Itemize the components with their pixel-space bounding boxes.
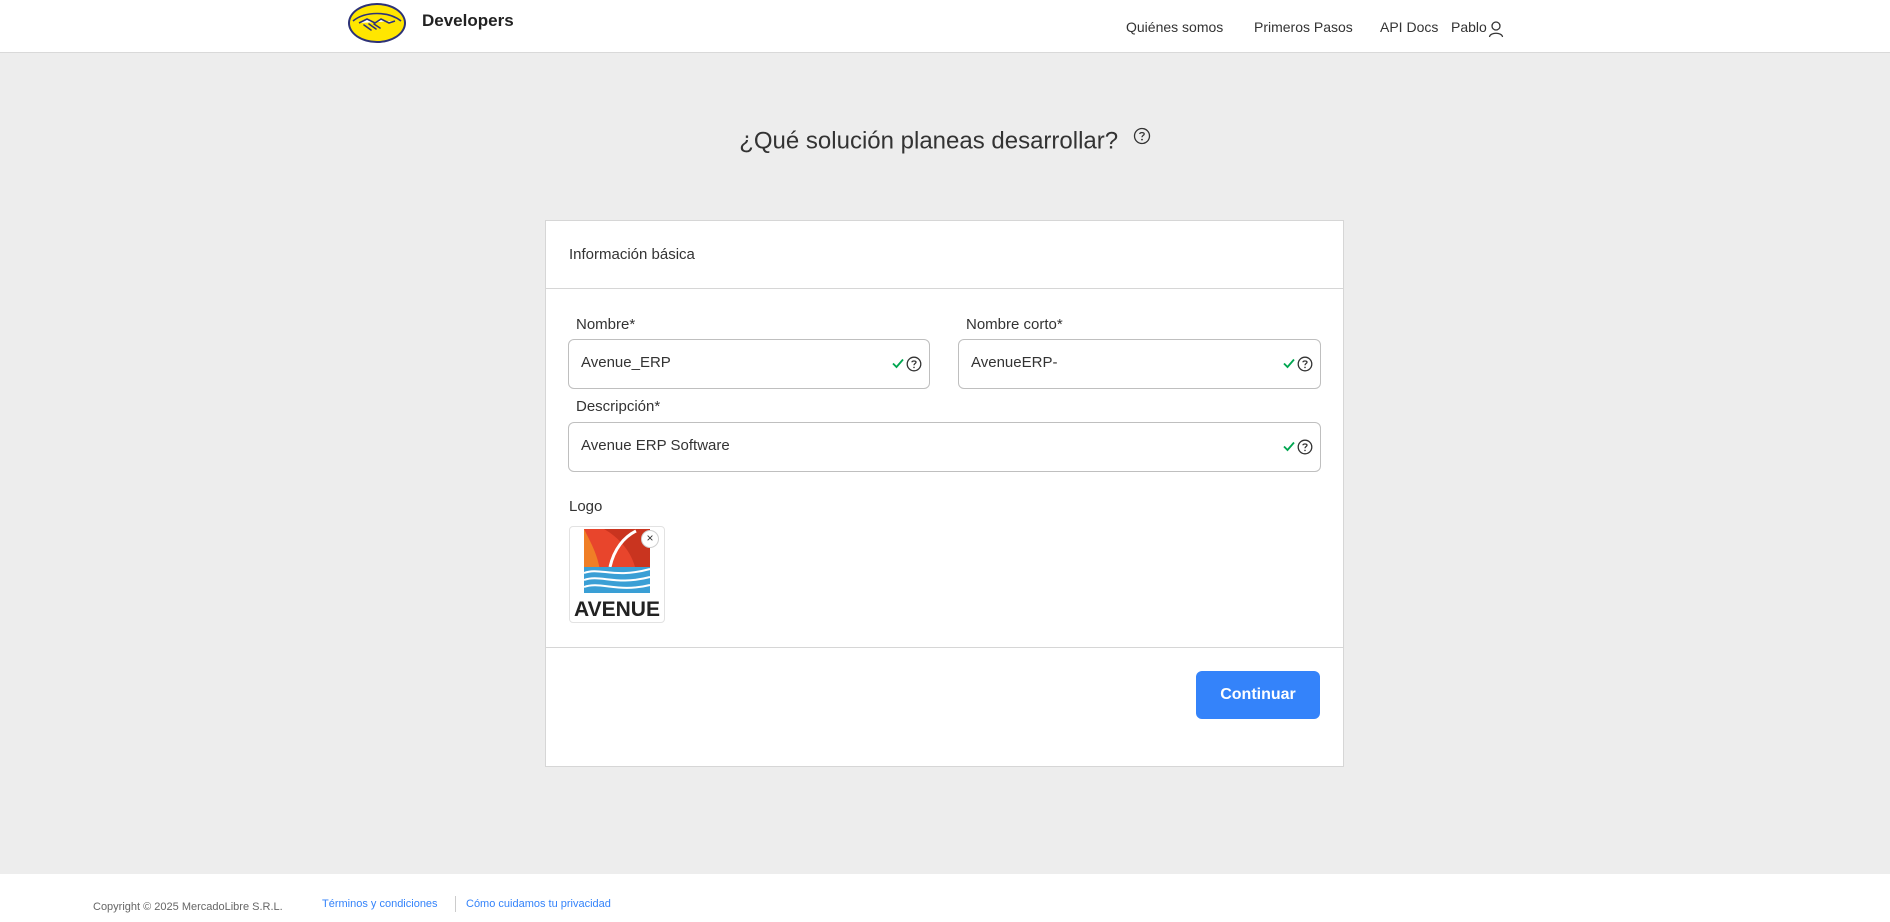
short-name-label: Nombre corto* bbox=[966, 316, 1063, 333]
mercadolibre-logo-icon[interactable] bbox=[347, 2, 407, 44]
nav-link-primeros-pasos[interactable]: Primeros Pasos bbox=[1254, 19, 1353, 35]
check-icon bbox=[1283, 358, 1295, 369]
footer-separator bbox=[455, 896, 456, 912]
help-circle-icon[interactable] bbox=[1297, 356, 1313, 372]
description-input[interactable] bbox=[581, 437, 1145, 454]
name-label: Nombre* bbox=[576, 316, 636, 333]
help-circle-icon[interactable] bbox=[1297, 439, 1313, 455]
name-input[interactable] bbox=[581, 354, 851, 371]
card-header-title: Información básica bbox=[569, 246, 695, 263]
help-circle-icon[interactable] bbox=[906, 356, 922, 372]
nav-link-quienes-somos[interactable]: Quiénes somos bbox=[1126, 19, 1223, 35]
brand-title[interactable]: Developers bbox=[422, 11, 514, 31]
description-field[interactable] bbox=[568, 422, 1321, 472]
check-icon bbox=[1283, 441, 1295, 452]
user-menu-name[interactable]: Pablo bbox=[1451, 19, 1487, 35]
short-name-field[interactable] bbox=[958, 339, 1321, 389]
nav-link-api-docs[interactable]: API Docs bbox=[1380, 19, 1438, 35]
card-divider bbox=[546, 647, 1343, 648]
top-header: Developers Quiénes somos Primeros Pasos … bbox=[0, 0, 1890, 53]
page-title: ¿Qué solución planeas desarrollar? bbox=[0, 127, 1890, 156]
help-circle-icon[interactable] bbox=[1133, 127, 1151, 145]
name-field[interactable] bbox=[568, 339, 930, 389]
check-icon bbox=[892, 358, 904, 369]
page-title-text: ¿Qué solución planeas desarrollar? bbox=[739, 127, 1119, 155]
logo-image-lettering: AVENUE bbox=[574, 598, 660, 621]
short-name-input[interactable] bbox=[971, 354, 1242, 371]
logo-label: Logo bbox=[569, 498, 603, 515]
continue-button[interactable]: Continuar bbox=[1196, 671, 1320, 719]
user-icon[interactable] bbox=[1488, 20, 1504, 38]
privacy-link[interactable]: Cómo cuidamos tu privacidad bbox=[466, 898, 611, 910]
copyright-text: Copyright © 2025 MercadoLibre S.R.L. bbox=[93, 901, 283, 913]
description-label: Descripción* bbox=[576, 398, 661, 415]
close-icon: × bbox=[646, 531, 654, 545]
terms-link[interactable]: Términos y condiciones bbox=[322, 898, 438, 910]
basic-info-card: Información básica Nombre* Nombre corto*… bbox=[545, 220, 1344, 767]
card-header: Información básica bbox=[546, 221, 1343, 289]
footer: Copyright © 2025 MercadoLibre S.R.L. Tér… bbox=[0, 874, 1890, 922]
remove-logo-button[interactable]: × bbox=[641, 530, 659, 548]
